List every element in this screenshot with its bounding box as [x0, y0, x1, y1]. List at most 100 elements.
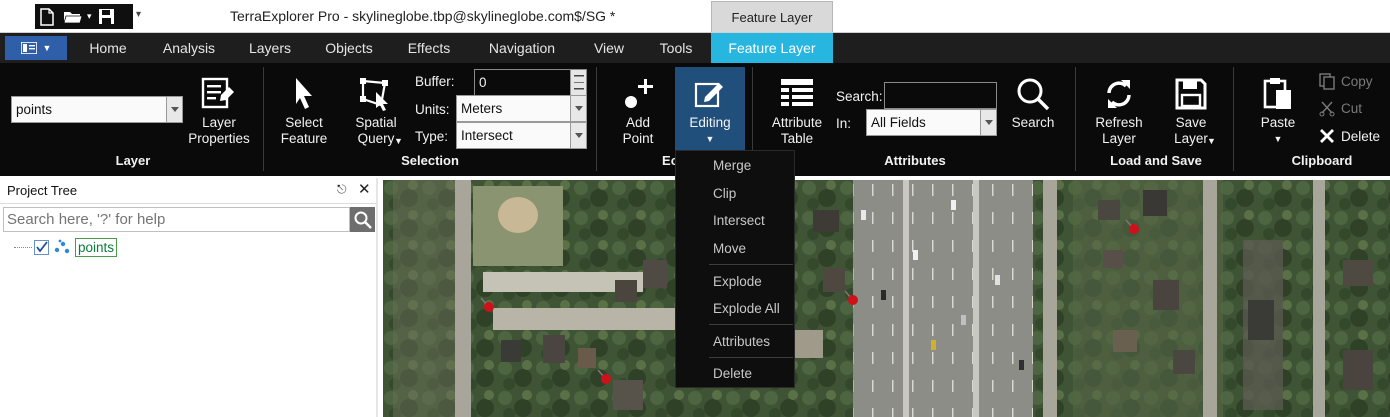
tab-feature-layer[interactable]: Feature Layer	[711, 33, 833, 63]
tree-search-input[interactable]	[3, 207, 350, 232]
open-folder-icon[interactable]	[63, 6, 83, 28]
refresh-icon	[1103, 73, 1135, 115]
type-value: Intersect	[461, 128, 513, 143]
group-label-load-save: Load and Save	[1110, 153, 1202, 168]
attribute-search-input[interactable]	[884, 82, 997, 109]
close-icon[interactable]: ✕	[358, 180, 371, 198]
checkmark-icon	[35, 241, 48, 253]
chevron-down-icon[interactable]	[570, 96, 586, 121]
chevron-down-icon: ▼	[1207, 136, 1216, 146]
buffer-spinner[interactable]	[570, 70, 586, 95]
copy-label: Copy	[1341, 74, 1373, 89]
customize-toolbar-icon[interactable]: ▾	[136, 9, 141, 20]
pin-icon[interactable]: ⎋	[337, 182, 347, 197]
save-layer-label: Save Layer	[1174, 115, 1208, 146]
aerial-imagery	[383, 180, 1390, 417]
buffer-label: Buffer:	[415, 74, 455, 89]
menu-item-move[interactable]: Move	[713, 241, 746, 256]
layer-select[interactable]: points	[11, 96, 183, 123]
add-point-icon	[620, 73, 656, 115]
spatial-query-button[interactable]: Spatial Query ▼	[344, 73, 408, 147]
chevron-down-icon[interactable]: ▾	[87, 6, 92, 28]
units-select[interactable]: Meters	[456, 95, 587, 122]
paste-button[interactable]: Paste ▼	[1252, 73, 1304, 147]
save-icon[interactable]	[98, 6, 115, 28]
tab-objects[interactable]: Objects	[312, 33, 386, 63]
units-value: Meters	[461, 101, 503, 116]
layer-select-value: points	[16, 102, 53, 117]
close-icon	[1320, 129, 1334, 143]
tab-view[interactable]: View	[584, 33, 634, 63]
menu-item-attributes[interactable]: Attributes	[713, 334, 770, 349]
search-button[interactable]	[350, 207, 375, 232]
type-select[interactable]: Intersect	[456, 122, 587, 149]
group-label-layer: Layer	[115, 153, 151, 168]
point-layer-icon	[54, 239, 70, 254]
menu-item-merge[interactable]: Merge	[713, 158, 751, 173]
attribute-table-button[interactable]: Attribute Table	[762, 73, 832, 147]
copy-button[interactable]: Copy	[1319, 73, 1373, 90]
layer-properties-button[interactable]: Layer Properties	[183, 73, 255, 147]
chevron-down-icon[interactable]	[980, 110, 996, 135]
ribbon-separator	[1233, 67, 1234, 171]
save-layer-button[interactable]: Save Layer ▼	[1160, 73, 1222, 147]
menu-item-explode[interactable]: Explode	[713, 274, 762, 289]
editing-button[interactable]: Editing ▼	[675, 67, 745, 151]
spatial-query-icon	[358, 73, 394, 115]
project-tree-panel: Project Tree ⎋ ✕ points	[0, 178, 378, 417]
cut-button[interactable]: Cut	[1319, 100, 1362, 117]
menu-item-clip[interactable]: Clip	[713, 186, 736, 201]
paste-icon	[1262, 73, 1294, 115]
units-label: Units:	[415, 102, 450, 117]
editing-label: Editing	[689, 115, 731, 130]
tab-analysis[interactable]: Analysis	[150, 33, 228, 63]
quick-access-toolbar: ▾	[35, 4, 133, 29]
tab-navigation[interactable]: Navigation	[474, 33, 570, 63]
tree-item-points[interactable]: points	[14, 237, 118, 257]
context-tab-header: Feature Layer	[711, 1, 833, 32]
tab-effects[interactable]: Effects	[396, 33, 462, 63]
select-feature-button[interactable]: Select Feature	[272, 73, 336, 147]
attribute-table-label: Attribute Table	[771, 115, 823, 146]
ribbon-separator	[596, 67, 597, 171]
tree-item-label: points	[75, 237, 118, 257]
buffer-input[interactable]: 0	[474, 69, 587, 96]
file-menu-button[interactable]: ▼	[5, 36, 67, 60]
menu-item-intersect[interactable]: Intersect	[713, 213, 765, 228]
delete-label: Delete	[1341, 128, 1381, 144]
chevron-down-icon: ▼	[394, 136, 403, 146]
menu-item-explode-all[interactable]: Explode All	[713, 301, 780, 316]
refresh-layer-button[interactable]: Refresh Layer	[1086, 73, 1152, 147]
tab-layers[interactable]: Layers	[238, 33, 302, 63]
edit-pencil-icon	[693, 73, 727, 115]
group-label-attributes: Attributes	[884, 153, 946, 168]
spatial-query-label: Spatial Query	[355, 115, 397, 146]
new-file-icon[interactable]	[39, 6, 55, 28]
chevron-down-icon[interactable]	[570, 123, 586, 148]
ribbon-separator	[1075, 67, 1076, 171]
panel-title: Project Tree	[7, 183, 78, 198]
tree-connector	[14, 246, 32, 248]
buffer-value: 0	[479, 75, 487, 90]
search-label: Search:	[836, 89, 883, 104]
ribbon-separator	[263, 67, 264, 171]
map-view[interactable]	[383, 180, 1390, 417]
chevron-down-icon: ▼	[42, 43, 52, 53]
group-label-selection: Selection	[401, 153, 459, 168]
search-field-value: All Fields	[871, 115, 926, 130]
title-bar: ▾ ▾ TerraExplorer Pro - skylineglobe.tbp…	[0, 0, 1390, 33]
menu-item-delete[interactable]: Delete	[713, 366, 752, 381]
add-point-button[interactable]: Add Point	[608, 73, 668, 147]
select-feature-label: Select Feature	[280, 115, 328, 146]
paste-label: Paste	[1260, 115, 1296, 130]
tab-tools[interactable]: Tools	[648, 33, 704, 63]
type-label: Type:	[415, 129, 449, 144]
cut-label: Cut	[1341, 101, 1363, 116]
menu-separator	[709, 264, 793, 265]
layer-visibility-checkbox[interactable]	[34, 239, 49, 255]
search-field-select[interactable]: All Fields	[866, 109, 997, 136]
delete-button[interactable]: Delete	[1319, 128, 1380, 144]
tab-home[interactable]: Home	[76, 33, 140, 63]
chevron-down-icon[interactable]	[166, 97, 182, 122]
search-button[interactable]: Search	[1005, 73, 1061, 131]
